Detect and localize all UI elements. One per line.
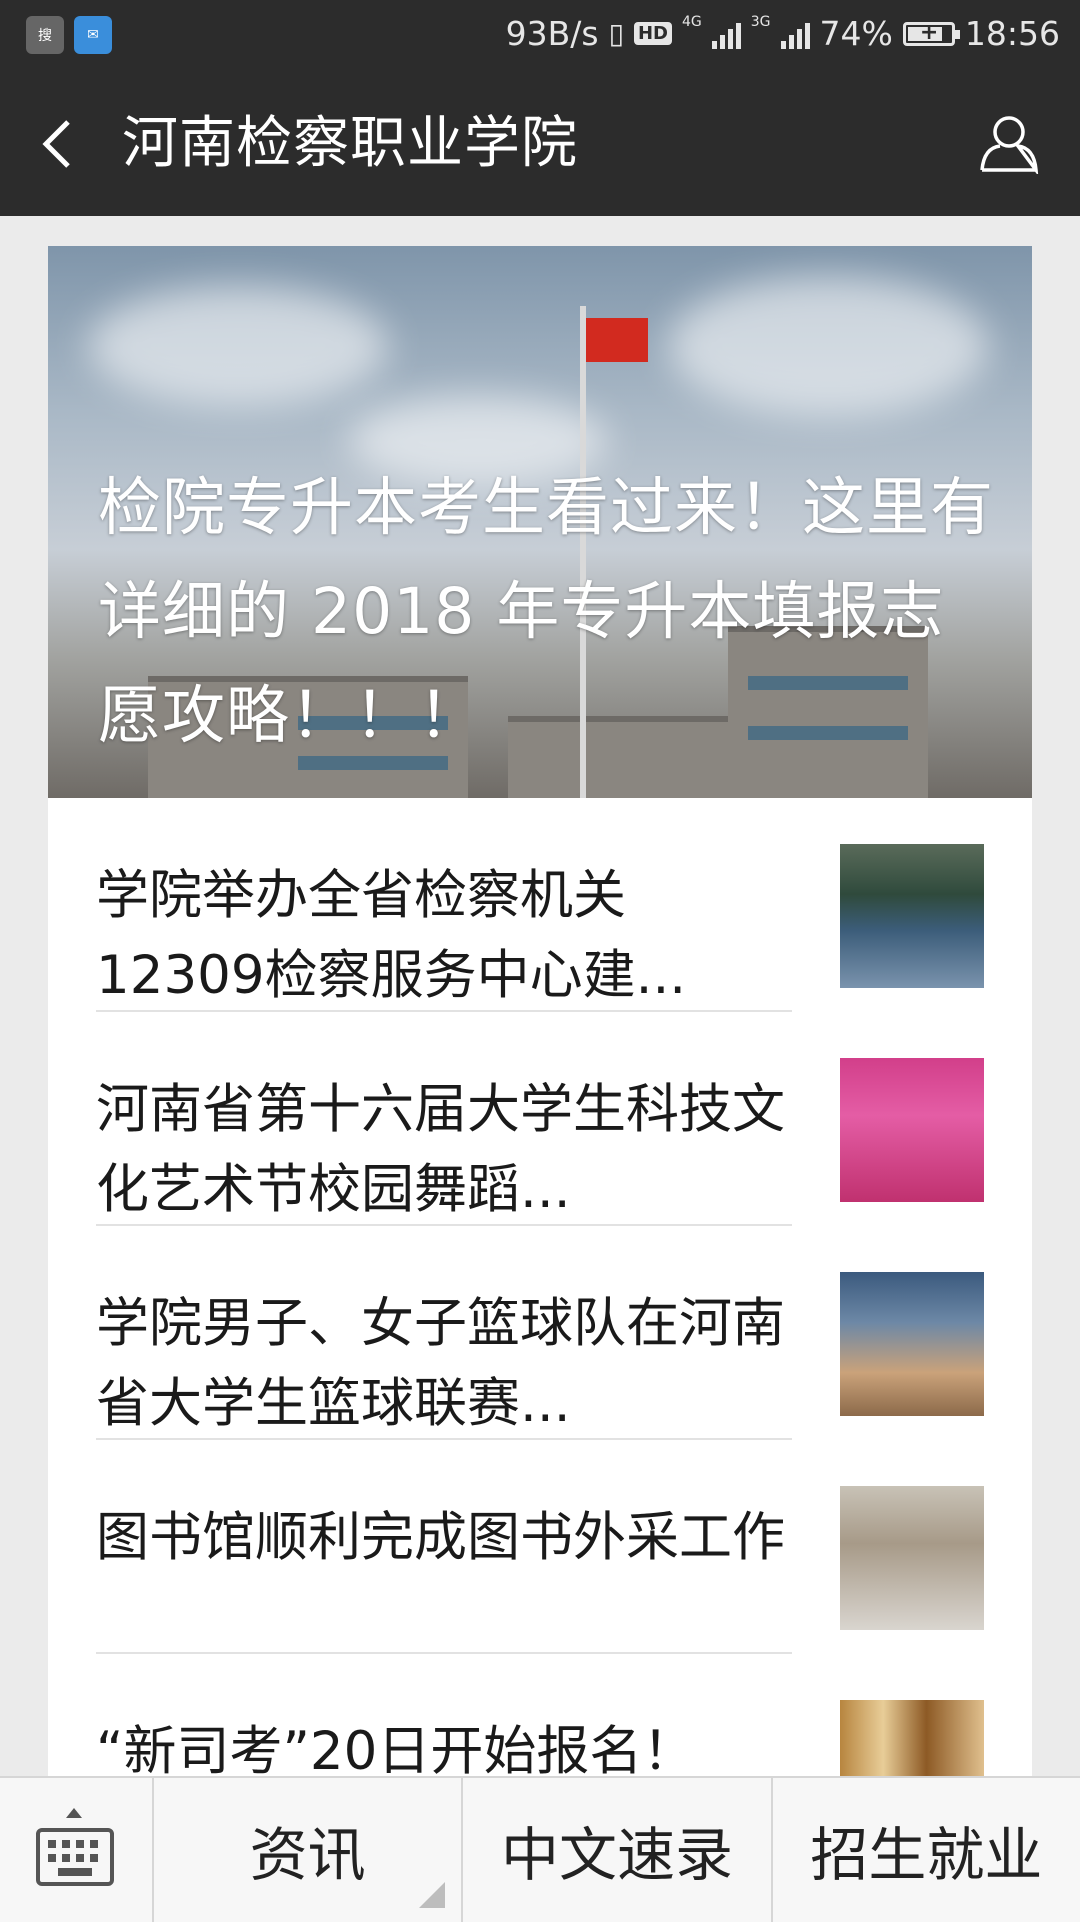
list-item[interactable]: 河南省第十六届大学生科技文化艺术节校园舞蹈...	[96, 1012, 984, 1226]
article-thumbnail	[840, 1058, 984, 1202]
keyboard-icon	[36, 1828, 114, 1886]
article-thumbnail	[840, 1486, 984, 1630]
article-thumbnail	[840, 1272, 984, 1416]
battery-percent: 74%	[819, 14, 893, 53]
keyboard-toggle-button[interactable]	[0, 1778, 154, 1922]
article-title: 学院男子、女子篮球队在河南省大学生篮球联赛...	[96, 1293, 785, 1434]
hero-title: 检院专升本考生看过来！这里有详细的 2018 年专升本填报志愿攻略！！！	[98, 471, 994, 752]
page-title: 河南检察职业学院	[122, 111, 578, 176]
hero-article[interactable]: 检院专升本考生看过来！这里有详细的 2018 年专升本填报志愿攻略！！！	[48, 246, 1032, 798]
article-list: 学院举办全省检察机关12309检察服务中心建... 河南省第十六届大学生科技文化…	[48, 798, 1032, 1776]
submenu-indicator-icon	[419, 1882, 446, 1908]
menu-item-label: 招生就业	[810, 1821, 1043, 1889]
article-title: 河南省第十六届大学生科技文化艺术节校园舞蹈...	[96, 1079, 785, 1220]
list-item[interactable]: “新司考”20日开始报名！	[96, 1654, 984, 1776]
list-item[interactable]: 图书馆顺利完成图书外采工作	[96, 1440, 984, 1654]
sogou-input-icon: 搜	[26, 16, 64, 54]
menu-item-label: 中文速录	[500, 1821, 733, 1889]
menu-item-news[interactable]: 资讯	[154, 1778, 464, 1922]
article-title: “新司考”20日开始报名！	[96, 1721, 696, 1776]
status-bar: 搜 ✉ 93B/s ▯ HD 4G 3G 74% + 18:56	[0, 0, 1080, 72]
article-card: 检院专升本考生看过来！这里有详细的 2018 年专升本填报志愿攻略！！！ 学院举…	[48, 246, 1032, 1776]
vibrate-icon: ▯	[608, 17, 624, 50]
list-item[interactable]: 学院男子、女子篮球队在河南省大学生篮球联赛...	[96, 1226, 984, 1440]
article-thumbnail	[840, 1700, 984, 1776]
menu-item-label: 资讯	[249, 1821, 366, 1889]
title-bar: 河南检察职业学院	[0, 72, 1080, 216]
clock: 18:56	[964, 14, 1060, 53]
article-thumbnail	[840, 844, 984, 988]
mail-icon: ✉	[74, 16, 112, 54]
net-type-2: 3G	[750, 14, 771, 30]
hd-badge: HD	[633, 22, 672, 45]
article-title: 学院举办全省检察机关12309检察服务中心建...	[96, 865, 687, 1006]
article-title: 图书馆顺利完成图书外采工作	[96, 1507, 785, 1568]
signal-icon-2	[780, 19, 810, 49]
list-item[interactable]: 学院举办全省检察机关12309检察服务中心建...	[96, 798, 984, 1012]
net-type-1: 4G	[682, 14, 702, 30]
flag-image	[586, 318, 648, 362]
menu-item-shorthand[interactable]: 中文速录	[463, 1778, 773, 1922]
battery-icon: +	[902, 20, 960, 46]
menu-item-admissions[interactable]: 招生就业	[773, 1778, 1080, 1922]
signal-icon	[711, 19, 741, 49]
network-speed: 93B/s	[505, 14, 599, 53]
back-arrow-icon[interactable]	[38, 116, 78, 172]
bottom-menu: 资讯 中文速录 招生就业	[0, 1776, 1080, 1922]
chevron-up-icon	[66, 1808, 82, 1818]
profile-icon[interactable]	[978, 112, 1040, 174]
